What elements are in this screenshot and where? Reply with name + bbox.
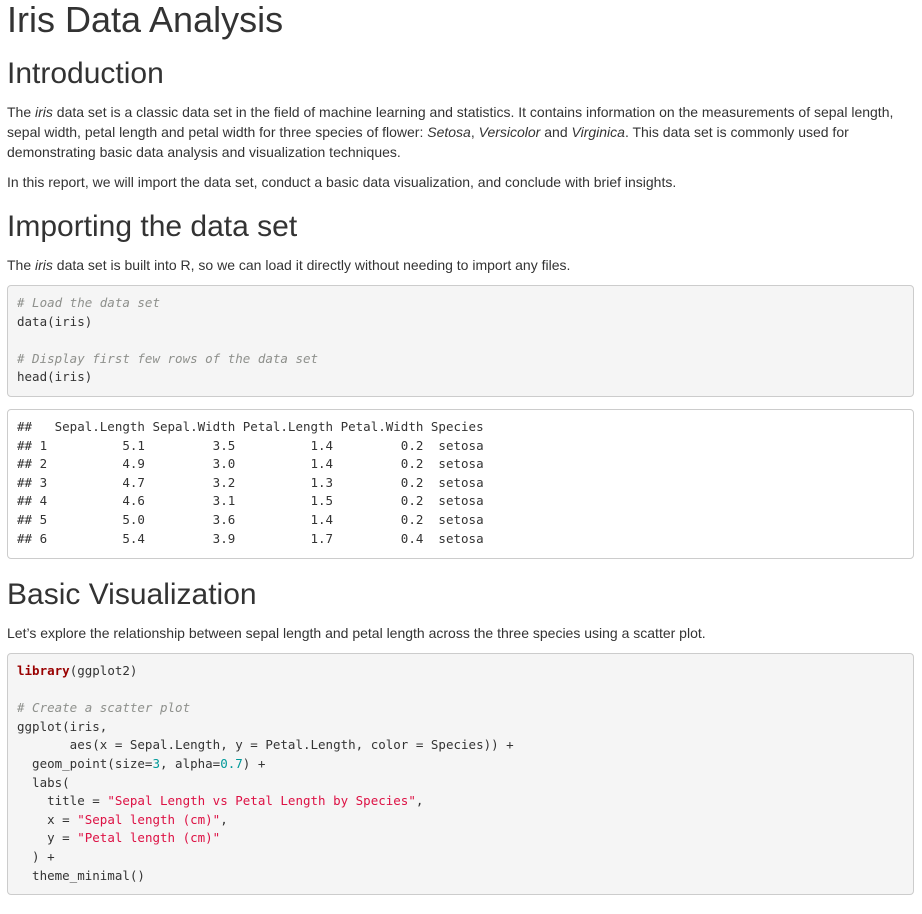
output-row: ## 2 4.9 3.0 1.4 0.2 setosa xyxy=(17,456,484,472)
document-title: Iris Data Analysis xyxy=(7,0,284,40)
code-text: (ggplot2) xyxy=(69,663,138,678)
code-line: ) + xyxy=(17,848,55,864)
code-keyword: library xyxy=(17,663,70,678)
code-text: , alpha= xyxy=(160,755,221,771)
text: The xyxy=(7,104,36,120)
introduction-paragraph-1: The iris data set is a classic data set … xyxy=(7,102,912,162)
code-block-import[interactable]: # Load the data set data(iris) # Display f… xyxy=(7,285,914,397)
code-line: data(iris) xyxy=(17,313,93,329)
code-line: ggplot(iris, xyxy=(17,718,108,734)
iris-emphasis: iris xyxy=(35,257,53,273)
code-line: theme_minimal() xyxy=(17,867,145,883)
output-header: ## Sepal.Length Sepal.Width Petal.Length… xyxy=(17,419,484,434)
output-row: ## 3 4.7 3.2 1.3 0.2 setosa xyxy=(17,474,484,490)
text: data set is built into R, so we can load… xyxy=(52,257,571,273)
text: The xyxy=(7,257,36,273)
heading-visualization: Basic Visualization xyxy=(7,578,257,611)
code-text: x = xyxy=(17,811,78,827)
output-row: ## 5 5.0 3.6 1.4 0.2 setosa xyxy=(17,511,484,527)
code-comment: # Display first few rows of the data set xyxy=(17,350,319,366)
introduction-paragraph-2: In this report, we will import the data … xyxy=(7,174,677,190)
heading-introduction: Introduction xyxy=(7,57,164,90)
code-line: labs( xyxy=(17,774,70,790)
virginica-emphasis: Virginica xyxy=(571,124,625,140)
code-comment: # Load the data set xyxy=(17,295,160,310)
report-page: Iris Data Analysis Introduction The iris… xyxy=(0,0,922,914)
code-string: "Petal length (cm)" xyxy=(77,830,221,846)
visualization-paragraph: Let’s explore the relationship between s… xyxy=(7,625,706,641)
output-row: ## 4 4.6 3.1 1.5 0.2 setosa xyxy=(17,493,484,509)
code-text: title = xyxy=(17,793,108,809)
versicolor-emphasis: Versicolor xyxy=(478,124,541,140)
code-text: geom_point(size= xyxy=(17,755,153,771)
output-block-head[interactable]: ## Sepal.Length Sepal.Width Petal.Length… xyxy=(7,409,914,559)
code-line: head(iris) xyxy=(17,369,93,385)
code-number: 0.7 xyxy=(220,755,243,771)
text: , xyxy=(470,124,479,140)
code-number: 3 xyxy=(152,755,160,771)
code-text: y = xyxy=(17,830,78,846)
code-string: "Sepal Length vs Petal Length by Species… xyxy=(107,793,416,809)
code-string: "Sepal length (cm)" xyxy=(77,811,221,827)
output-row: ## 6 5.4 3.9 1.7 0.4 setosa xyxy=(17,530,484,546)
heading-importing: Importing the data set xyxy=(7,210,298,243)
code-block-plot[interactable]: library(ggplot2) # Create a scatter plot g… xyxy=(7,653,914,895)
code-line: aes(x = Sepal.Length, y = Petal.Length, … xyxy=(17,737,514,753)
iris-emphasis: iris xyxy=(35,104,53,120)
importing-paragraph: The iris data set is built into R, so we… xyxy=(7,255,912,275)
output-row: ## 1 5.1 3.5 1.4 0.2 setosa xyxy=(17,437,484,453)
code-text: ) + xyxy=(242,755,266,771)
setosa-emphasis: Setosa xyxy=(427,124,471,140)
code-text: , xyxy=(415,793,424,809)
text: and xyxy=(540,124,572,140)
code-text: , xyxy=(220,811,228,827)
code-comment: # Create a scatter plot xyxy=(17,700,191,716)
